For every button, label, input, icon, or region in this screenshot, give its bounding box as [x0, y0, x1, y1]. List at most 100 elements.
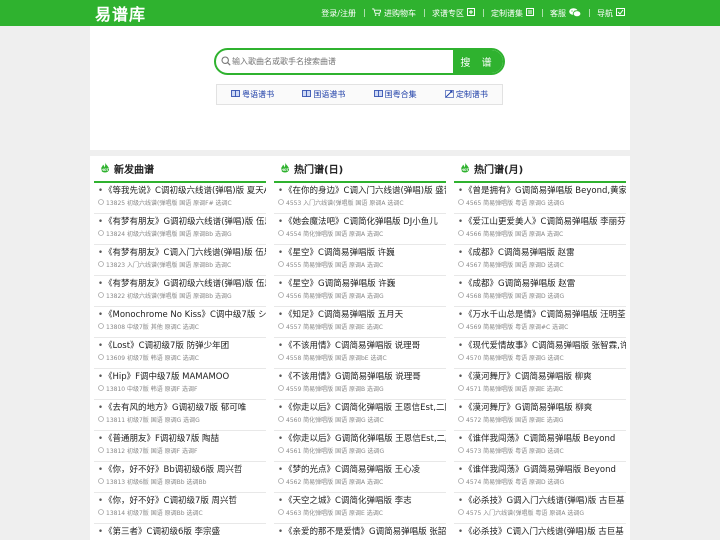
song-link[interactable]: •《成都》C调简易弹唱版 赵雷: [458, 245, 626, 260]
bullet-icon: •: [458, 217, 464, 227]
song-link[interactable]: •《星空》G调简易弹唱版 许巍: [278, 276, 446, 291]
top-nav: 登录/注册 进购物车 求谱专区 定制谱集 客服 导航: [313, 0, 633, 26]
quick-link-label: 国粤合集: [384, 90, 417, 99]
song-link[interactable]: •《现代爱情故事》C调简易弹唱版 张智霖,许...: [458, 338, 626, 353]
quick-link-mandarin[interactable]: 国语谱书: [302, 89, 345, 100]
song-meta: 4566 简易弹唱版 国语 原调A 选调C: [458, 229, 626, 241]
song-link[interactable]: •《在你的身边》C调入门六线谱(弹唱)版 盛哲: [278, 183, 446, 198]
song-title: 《你走以后》C调简化弹唱版 王恩信Est,二胖u: [284, 403, 446, 413]
song-meta: 13822 初级六线谱(弹唱版 国语 原调Bb 选调G: [98, 291, 266, 303]
nav-service[interactable]: 客服: [542, 0, 589, 26]
id-icon: [458, 353, 464, 365]
song-link[interactable]: •《曾是拥有》G调简易弹唱版 Beyond,黄家驹: [458, 183, 626, 198]
song-link[interactable]: •《必杀技》G调入门六线谱(弹唱)版 古巨基: [458, 493, 626, 508]
song-title: 《不该用情》G调简易弹唱版 说理哥: [284, 372, 421, 382]
song-link[interactable]: •《万水千山总是情》C调简易弹唱版 汪明荃: [458, 307, 626, 322]
search-input[interactable]: [216, 50, 453, 73]
id-icon: [98, 477, 104, 489]
list-item: •《你，好不好》Bb调初级6版 周兴哲 13813 初级6版 国语 原调Bb 选调…: [94, 462, 266, 493]
id-icon: [278, 353, 284, 365]
nav-custom[interactable]: 定制谱集: [483, 0, 542, 26]
song-link[interactable]: •《亲爱的那不是爱情》G调简易弹唱版 张韶涵: [278, 524, 446, 539]
song-meta-text: 4569 简易弹唱版 粤语 原调#C 选调C: [466, 324, 569, 331]
song-link[interactable]: •《成都》G调简易弹唱版 赵雷: [458, 276, 626, 291]
song-link[interactable]: •《她会魔法吧》C调简化弹唱版 DJ小鱼儿: [278, 214, 446, 229]
bullet-icon: •: [278, 372, 284, 382]
song-link[interactable]: •《谁伴我闯荡》C调简易弹唱版 Beyond: [458, 431, 626, 446]
song-link[interactable]: •《知足》C调简易弹唱版 五月天: [278, 307, 446, 322]
bullet-icon: •: [98, 217, 104, 227]
song-link[interactable]: •《你，好不好》Bb调初级6版 周兴哲: [98, 462, 266, 477]
list-item: •《她会魔法吧》C调简化弹唱版 DJ小鱼儿 4554 简化弹唱版 国语 原调A 选…: [274, 214, 446, 245]
quick-link-custom[interactable]: 定制谱书: [445, 89, 488, 100]
song-list: •《等我先说》C调初级六线谱(弹唱)版 夏天Alex 13825 初级六线谱(弹唱…: [94, 183, 266, 540]
nav-login[interactable]: 登录/注册: [313, 0, 364, 26]
nav-guide[interactable]: 导航: [589, 0, 633, 26]
nav-request[interactable]: 求谱专区: [424, 0, 483, 26]
song-link[interactable]: •《爱江山更爱美人》C调简易弹唱版 李丽芬: [458, 214, 626, 229]
song-link[interactable]: •《谁伴我闯荡》G调简易弹唱版 Beyond: [458, 462, 626, 477]
id-icon: [278, 322, 284, 334]
song-link[interactable]: •《有梦有朋友》G调初级六线谱(弹唱)版 伍思凯: [98, 276, 266, 291]
id-icon: [458, 477, 464, 489]
song-meta-text: 13808 中级7版 其他 原调C 选调C: [106, 324, 199, 331]
song-title: 《爱江山更爱美人》C调简易弹唱版 李丽芬: [464, 217, 626, 227]
song-link[interactable]: •《漠河舞厅》G调简易弹唱版 柳爽: [458, 400, 626, 415]
song-link[interactable]: •《等我先说》C调初级六线谱(弹唱)版 夏天Alex: [98, 183, 266, 198]
song-link[interactable]: •《梦的光点》C调简易弹唱版 王心凌: [278, 462, 446, 477]
song-link[interactable]: •《漠河舞厅》C调简易弹唱版 柳爽: [458, 369, 626, 384]
song-meta-text: 4561 简化弹唱版 国语 原调G 选调G: [286, 448, 385, 455]
column-title: 热门谱(月): [474, 165, 524, 176]
bullet-icon: •: [278, 341, 284, 351]
svg-text:HOT: HOT: [461, 168, 469, 172]
column-daily: HOT 热门谱(日) •《在你的身边》C调入门六线谱(弹唱)版 盛哲 4553 入…: [274, 156, 446, 540]
list-item: •《Hip》F调中级7版 MAMAMOO 13810 中级7版 韩语 原调F 选调…: [94, 369, 266, 400]
song-link[interactable]: •《有梦有朋友》G调初级六线谱(弹唱)版 伍思凯: [98, 214, 266, 229]
song-meta: 13808 中级7版 其他 原调C 选调C: [98, 322, 266, 334]
quick-link-cantonese[interactable]: 粤语谱书: [231, 89, 274, 100]
song-link[interactable]: •《Monochrome No Kiss》C调中级7版 シド: [98, 307, 266, 322]
song-link[interactable]: •《第三者》C调初级6版 李宗盛: [98, 524, 266, 539]
song-link[interactable]: •《Hip》F调中级7版 MAMAMOO: [98, 369, 266, 384]
song-meta-text: 4566 简易弹唱版 国语 原调A 选调C: [466, 231, 564, 238]
song-link[interactable]: •《你走以后》C调简化弹唱版 王恩信Est,二胖u: [278, 400, 446, 415]
bullet-icon: •: [458, 186, 464, 196]
list-item: •《你走以后》G调简化弹唱版 王恩信Est,二胖u 4561 简化弹唱版 国语 原…: [274, 431, 446, 462]
id-icon: [278, 291, 284, 303]
quick-link-collection[interactable]: 国粤合集: [373, 89, 417, 100]
song-link[interactable]: •《必杀技》C调入门六线谱(弹唱)版 古巨基: [458, 524, 626, 539]
search-button[interactable]: 搜 谱: [453, 50, 503, 73]
song-link[interactable]: •《天空之城》C调简化弹唱版 李志: [278, 493, 446, 508]
song-link[interactable]: •《你，好不好》C调初级7版 周兴哲: [98, 493, 266, 508]
song-link[interactable]: •《不该用情》C调简易弹唱版 说理哥: [278, 338, 446, 353]
book-icon: [302, 90, 312, 99]
song-link[interactable]: •《星空》C调简易弹唱版 许巍: [278, 245, 446, 260]
song-meta-text: 4563 简化弹唱版 国语 原调E 选调C: [286, 510, 383, 517]
list-item: •《Lost》C调初级7版 防弹少年团 13609 初级7版 韩语 原调C 选调C: [94, 338, 266, 369]
song-meta-text: 4574 简易弹唱版 粤语 原调D 选调G: [466, 479, 565, 486]
id-icon: [278, 415, 284, 427]
song-link[interactable]: •《去有风的地方》G调初级7版 郁可唯: [98, 400, 266, 415]
song-link[interactable]: •《Lost》C调初级7版 防弹少年团: [98, 338, 266, 353]
song-link[interactable]: •《普通朋友》F调初级7版 陶喆: [98, 431, 266, 446]
column-monthly: HOT 热门谱(月) •《曾是拥有》G调简易弹唱版 Beyond,黄家驹 4565…: [454, 156, 626, 540]
song-title: 《谁伴我闯荡》G调简易弹唱版 Beyond: [464, 465, 616, 475]
column-new: HOT 新发曲谱 •《等我先说》C调初级六线谱(弹唱)版 夏天Alex 13825…: [94, 156, 266, 540]
song-title: 《第三者》C调初级6版 李宗盛: [104, 527, 221, 537]
song-title: 《Monochrome No Kiss》C调中级7版 シド: [104, 310, 266, 320]
book-icon: [231, 90, 241, 99]
list-item: •《有梦有朋友》G调初级六线谱(弹唱)版 伍思凯 13824 初级六线谱(弹唱版 …: [94, 214, 266, 245]
nav-cart[interactable]: 进购物车: [364, 0, 424, 26]
site-logo[interactable]: 易谱库: [95, 1, 146, 25]
quick-link-label: 国语谱书: [313, 90, 346, 99]
song-link[interactable]: •《你走以后》G调简化弹唱版 王恩信Est,二胖u: [278, 431, 446, 446]
song-title: 《梦的光点》C调简易弹唱版 王心凌: [284, 465, 421, 475]
bullet-icon: •: [98, 186, 104, 196]
song-meta: 13824 初级六线谱(弹唱版 国语 原调Bb 选调G: [98, 229, 266, 241]
song-link[interactable]: •《有梦有朋友》C调入门六线谱(弹唱)版 伍思凯: [98, 245, 266, 260]
song-meta-text: 4554 简化弹唱版 国语 原调A 选调C: [286, 231, 384, 238]
request-icon: [467, 8, 475, 18]
list-item: •《星空》C调简易弹唱版 许巍 4555 简易弹唱版 国语 原调A 选调C: [274, 245, 446, 276]
quick-link-label: 定制谱书: [455, 90, 488, 99]
song-link[interactable]: •《不该用情》G调简易弹唱版 说理哥: [278, 369, 446, 384]
